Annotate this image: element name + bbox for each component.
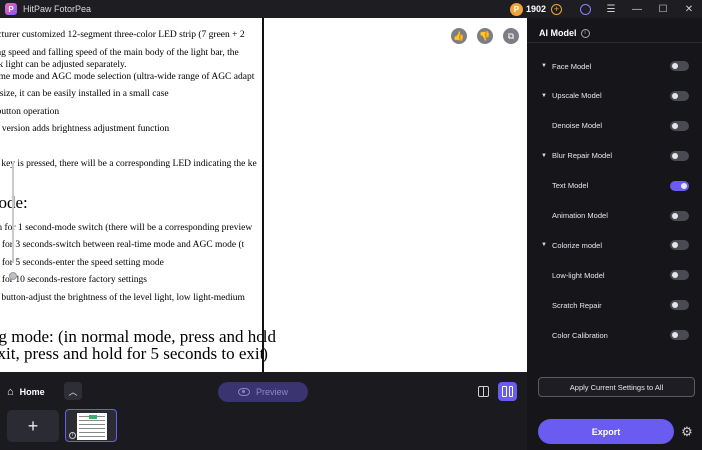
model-row-denoise-model: Denoise Model [527, 116, 702, 136]
model-toggle[interactable] [670, 120, 689, 131]
doc-line: e button operation [0, 107, 60, 117]
dislike-icon[interactable]: 👎 [477, 28, 493, 44]
split-view-button[interactable] [498, 382, 517, 401]
doc-line: 10 version adds brightness adjustment fu… [0, 124, 170, 134]
model-label: Scratch Repair [552, 300, 602, 310]
doc-line: on for 5 seconds-enter the speed setting… [0, 258, 164, 268]
add-image-button[interactable]: + [7, 410, 59, 442]
model-row-low-light-model: Low-light Model [527, 265, 702, 285]
model-toggle[interactable] [670, 270, 689, 281]
model-toggle[interactable] [670, 240, 689, 251]
like-icon[interactable]: 👍 [451, 28, 467, 44]
enhanced-image-pane: facturer customized 12-segment three-col… [264, 18, 527, 372]
original-image-pane: facturer customized 12-segment three-col… [0, 18, 262, 372]
maximize-icon[interactable]: ☐ [650, 0, 676, 18]
model-label: Upscale Model [552, 91, 602, 101]
thumbnail-image [77, 413, 107, 440]
close-icon[interactable]: ✕ [676, 0, 702, 18]
model-toggle[interactable] [670, 210, 689, 221]
panel-title: AI Model i [539, 28, 590, 38]
model-row-face-model: ▼ Face Model [527, 56, 702, 76]
doc-line: on for 3 seconds-switch between real-tim… [0, 240, 245, 250]
panel-title-text: AI Model [539, 28, 577, 38]
doc-line: -time mode and AGC mode selection (ultra… [0, 72, 255, 82]
info-icon[interactable]: i [69, 432, 76, 439]
doc-line: on for 10 seconds-restore factory settin… [0, 275, 147, 285]
add-credits-icon[interactable]: + [551, 3, 562, 15]
expand-caret-icon[interactable]: ▼ [541, 153, 547, 159]
model-label: Animation Model [552, 211, 608, 220]
expand-caret-icon[interactable]: ▼ [541, 242, 547, 248]
model-toggle[interactable] [670, 330, 689, 341]
model-row-color-calibration: Color Calibration [527, 325, 702, 345]
doc-line: sing speed and falling speed of the main… [0, 48, 239, 58]
doc-line: eak light can be adjusted separately. [0, 60, 127, 70]
crop-icon[interactable]: ⧉ [503, 28, 519, 44]
doc-line: he button-adjust the brightness of the l… [0, 293, 245, 303]
doc-line: ton for 1 second-mode switch (there will… [0, 223, 253, 233]
apply-all-button[interactable]: Apply Current Settings to All [538, 377, 695, 397]
home-label: Home [19, 387, 45, 397]
model-label: Colorize model [552, 240, 603, 250]
expand-caret-icon[interactable]: ▼ [541, 93, 547, 99]
model-label: Face Model [552, 61, 592, 71]
model-toggle[interactable] [670, 90, 689, 101]
zoom-slider-track[interactable] [12, 163, 14, 263]
model-toggle[interactable] [670, 150, 689, 161]
coin-icon: P [509, 2, 523, 16]
compare-divider-handle[interactable] [262, 18, 264, 372]
model-row-blur-repair-model: ▼ Blur Repair Model [527, 146, 702, 166]
user-button[interactable] [572, 0, 598, 18]
info-icon[interactable]: i [580, 28, 590, 38]
doc-heading: exit, press and hold for 5 seconds to ex… [0, 344, 262, 363]
divider [527, 42, 702, 43]
expand-caret-icon[interactable]: ▼ [541, 63, 547, 69]
single-view-button[interactable] [476, 384, 491, 399]
model-label: Color Calibration [552, 330, 608, 340]
zoom-slider-knob[interactable] [9, 272, 17, 280]
chevron-up-icon: ︿ [68, 386, 78, 397]
title-bar-controls: P 1902 + ☰ — ☐ ✕ [509, 0, 702, 18]
model-label: Low-light Model [552, 270, 605, 280]
model-row-upscale-model: ▼ Upscale Model [527, 86, 702, 106]
model-label: Text Model [552, 181, 589, 191]
model-row-colorize-model: ▼ Colorize model [527, 235, 702, 255]
doc-heading: exit, press and hold for 5 seconds to ex… [264, 345, 268, 363]
collapse-thumbnails-button[interactable]: ︿ [64, 382, 82, 400]
doc-line: facturer customized 12-segment three-col… [0, 30, 245, 40]
export-button[interactable]: Export [538, 419, 674, 444]
home-icon: ⌂ [7, 386, 14, 398]
model-toggle[interactable] [670, 300, 689, 311]
model-row-animation-model: Animation Model [527, 206, 702, 226]
image-thumbnail[interactable]: i [65, 409, 117, 442]
single-view-icon [478, 386, 489, 397]
doc-line: ke key is pressed, there will be a corre… [0, 159, 257, 169]
split-view-icon [502, 386, 513, 397]
model-label: Denoise Model [552, 121, 603, 131]
model-label: Blur Repair Model [552, 151, 613, 161]
model-toggle[interactable] [670, 61, 689, 71]
model-row-scratch-repair: Scratch Repair [527, 295, 702, 315]
app-title: HitPaw FotorPea [23, 4, 92, 14]
app-window: P HitPaw FotorPea P 1902 + ☰ — ☐ ✕ factu… [0, 0, 702, 450]
eye-icon [237, 388, 250, 396]
settings-gear-icon[interactable]: ⚙ [679, 424, 695, 440]
image-canvas[interactable]: facturer customized 12-segment three-col… [0, 18, 527, 372]
model-toggle[interactable] [670, 180, 689, 191]
title-bar: P HitPaw FotorPea P 1902 + ☰ — ☐ ✕ [0, 0, 702, 18]
model-row-text-model: Text Model [527, 176, 702, 196]
user-icon [579, 3, 591, 15]
credits-count: 1902 [525, 4, 546, 14]
doc-line: in size, it can be easily installed in a… [0, 89, 169, 99]
minimize-icon[interactable]: — [624, 0, 650, 18]
home-button[interactable]: ⌂ Home [7, 382, 57, 402]
app-logo-icon: P [5, 3, 17, 15]
preview-label: Preview [255, 387, 288, 397]
menu-icon[interactable]: ☰ [598, 0, 624, 18]
preview-button[interactable]: Preview [218, 382, 308, 402]
